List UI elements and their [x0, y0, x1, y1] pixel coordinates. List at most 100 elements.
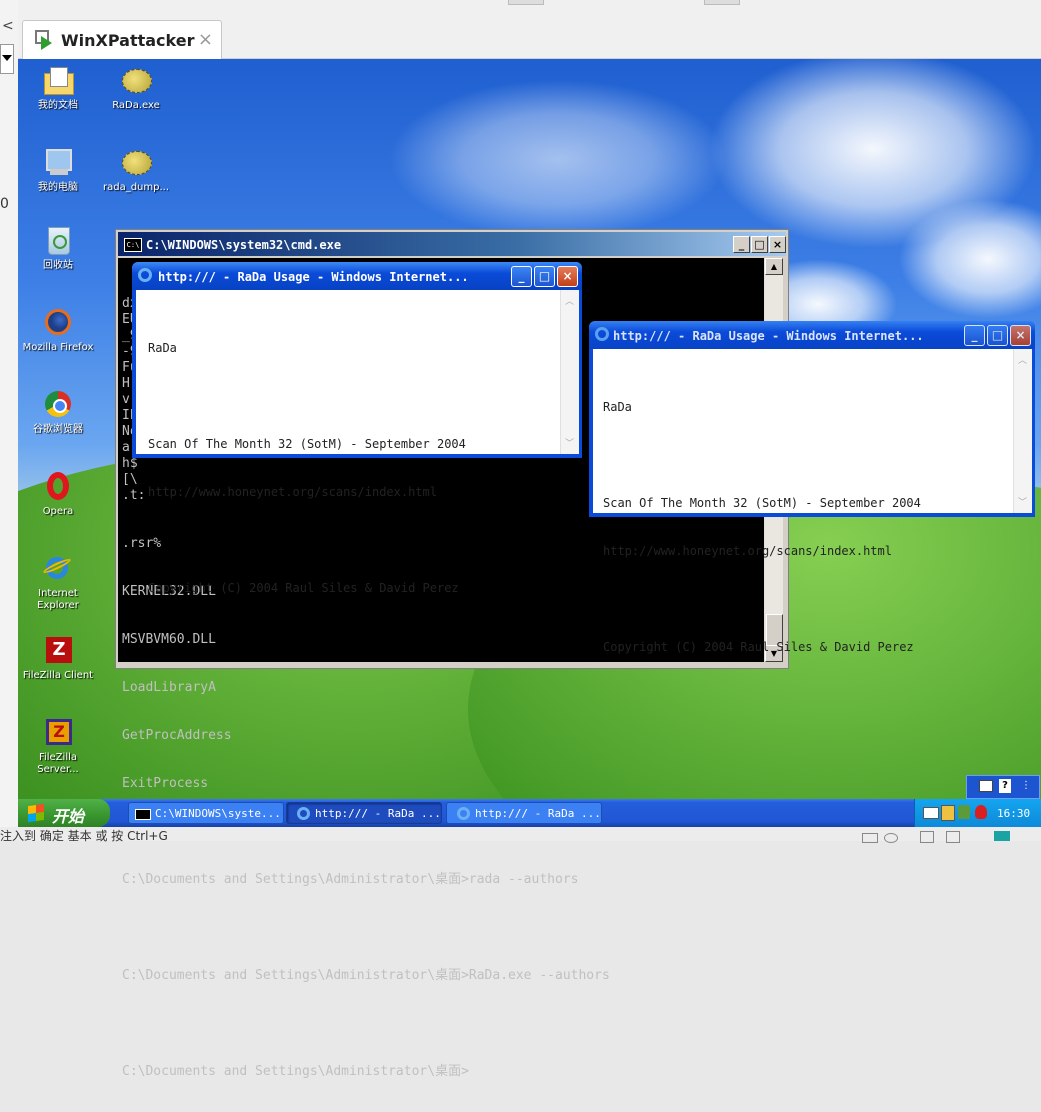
- desktop-icon-rada-dump[interactable]: rada_dump...: [96, 147, 176, 194]
- desktop-icon-my-computer[interactable]: 我的电脑: [18, 147, 98, 194]
- recycle-bin-icon: [42, 225, 74, 257]
- scroll-down-button[interactable]: ﹀: [565, 436, 574, 449]
- ie-scrollbar[interactable]: ︿ ﹀: [1013, 349, 1032, 513]
- scroll-up-button[interactable]: ︿: [1018, 353, 1027, 366]
- minimize-button[interactable]: _: [964, 325, 985, 346]
- desktop-icon-label: FileZilla Client: [22, 670, 94, 681]
- windows-logo-icon: [28, 803, 44, 823]
- security-icon[interactable]: [941, 805, 955, 821]
- cmd-line: ExitProcess: [122, 776, 209, 791]
- ie-icon: [138, 268, 152, 282]
- scroll-up-button[interactable]: ▲: [765, 258, 783, 275]
- close-button[interactable]: ×: [1010, 325, 1031, 346]
- desktop-icon-chrome[interactable]: 谷歌浏览器: [18, 389, 98, 436]
- start-button[interactable]: 开始: [18, 799, 110, 827]
- desktop-icon-my-documents[interactable]: 我的文档: [18, 65, 98, 112]
- scroll-down-button[interactable]: ﹀: [1018, 495, 1027, 508]
- help-icon[interactable]: ?: [999, 779, 1011, 793]
- ie-line: Scan Of The Month 32 (SotM) - September …: [148, 437, 466, 451]
- ie-line: RaDa: [603, 400, 632, 414]
- ie-window-1[interactable]: http:/// - RaDa Usage - Windows Internet…: [132, 262, 582, 595]
- desktop-icon-filezilla-server[interactable]: Z FileZilla Server...: [18, 717, 98, 776]
- minimize-button[interactable]: _: [511, 266, 532, 287]
- ie-icon: [595, 327, 609, 341]
- taskbar-button-ie-1[interactable]: http:/// - RaDa ...: [286, 802, 442, 824]
- chevron-down-icon[interactable]: ⋮: [1021, 780, 1031, 791]
- cloud: [388, 79, 728, 239]
- chevron-down-icon: [2, 55, 12, 61]
- maximize-button[interactable]: □: [987, 325, 1008, 346]
- network-icon[interactable]: [958, 805, 970, 819]
- minimize-button[interactable]: _: [733, 236, 750, 253]
- desktop-icon-label: 谷歌浏览器: [33, 424, 83, 435]
- ie-icon: [42, 553, 74, 585]
- cmd-icon: [135, 809, 151, 820]
- cmd-line: GetProcAddress: [122, 728, 232, 743]
- ie-titlebar[interactable]: http:/// - RaDa Usage - Windows Internet…: [589, 321, 1035, 349]
- desktop-icon-label: 回收站: [43, 260, 73, 271]
- vm-icon: [35, 30, 55, 50]
- desktop-icon-rada-exe[interactable]: RaDa.exe: [96, 65, 176, 112]
- my-computer-icon: [42, 147, 74, 179]
- host-status-icon[interactable]: [994, 831, 1010, 841]
- desktop-icon-recycle-bin[interactable]: 回收站: [18, 225, 98, 272]
- scroll-up-button[interactable]: ︿: [565, 294, 574, 307]
- vm-tab[interactable]: WinXPattacker ×: [22, 20, 222, 59]
- cloud: [898, 199, 1041, 319]
- host-status-icon[interactable]: [862, 833, 878, 843]
- ie-content: RaDa Scan Of The Month 32 (SotM) - Septe…: [593, 349, 1032, 654]
- cmd-icon: C:\: [124, 238, 142, 252]
- cmd-line: [122, 920, 610, 936]
- desktop-icon-label: RaDa.exe: [112, 100, 160, 111]
- maximize-button[interactable]: □: [534, 266, 555, 287]
- host-status-icon[interactable]: [920, 831, 934, 843]
- vmware-tools-icon[interactable]: [923, 807, 939, 819]
- language-bar[interactable]: ? ⋮: [966, 775, 1040, 799]
- ie-titlebar[interactable]: http:/// - RaDa Usage - Windows Internet…: [132, 262, 582, 290]
- ie-content: RaDa Scan Of The Month 32 (SotM) - Septe…: [136, 290, 579, 595]
- shield-icon[interactable]: [975, 805, 987, 819]
- maximize-button[interactable]: □: [751, 236, 768, 253]
- cmd-line: [122, 1016, 610, 1032]
- host-status-icon[interactable]: [946, 831, 960, 843]
- cmd-titlebar[interactable]: C:\ C:\WINDOWS\system32\cmd.exe _ □ ×: [118, 232, 786, 256]
- system-tray: 16:30: [914, 799, 1041, 827]
- cmd-line: MSVBVM60.DLL: [122, 632, 216, 647]
- close-button[interactable]: ×: [769, 236, 786, 253]
- taskbar-button-ie-2[interactable]: http:/// - RaDa ...: [446, 802, 602, 824]
- desktop-icon-label: Mozilla Firefox: [22, 342, 94, 353]
- opera-icon: [42, 471, 74, 503]
- host-toolbar-button[interactable]: [704, 0, 740, 5]
- blowfish-icon: [120, 147, 152, 179]
- desktop-icon-label: Opera: [42, 506, 74, 517]
- desktop-icon-firefox[interactable]: Mozilla Firefox: [18, 307, 98, 354]
- desktop-icon-internet-explorer[interactable]: Internet Explorer: [18, 553, 98, 612]
- close-icon[interactable]: ×: [198, 29, 213, 50]
- desktop-icon-filezilla-client[interactable]: Z FileZilla Client: [18, 635, 98, 682]
- ie-icon: [297, 807, 310, 820]
- blowfish-icon: [120, 65, 152, 97]
- cmd-line: C:\Documents and Settings\Administrator\…: [122, 1064, 469, 1079]
- ie-window-2[interactable]: http:/// - RaDa Usage - Windows Internet…: [589, 321, 1035, 654]
- host-status-icon[interactable]: [884, 833, 898, 843]
- desktop-icon-opera[interactable]: Opera: [18, 471, 98, 518]
- cmd-title: C:\WINDOWS\system32\cmd.exe: [146, 238, 342, 252]
- taskbar-button-cmd[interactable]: C:\WINDOWS\syste...: [128, 802, 284, 824]
- ie-page-text: RaDa Scan Of The Month 32 (SotM) - Septe…: [148, 308, 466, 628]
- host-left-glyph: <: [2, 18, 14, 34]
- taskbar-button-label: C:\WINDOWS\syste...: [155, 807, 281, 820]
- close-button[interactable]: ×: [557, 266, 578, 287]
- host-left-dropdown[interactable]: [0, 44, 14, 74]
- host-toolbar-button[interactable]: [508, 0, 544, 5]
- start-label: 开始: [52, 807, 85, 826]
- ie-page-text: RaDa Scan Of The Month 32 (SotM) - Septe…: [603, 367, 921, 687]
- firefox-icon: [42, 307, 74, 339]
- cmd-line: C:\Documents and Settings\Administrator\…: [122, 968, 610, 983]
- ie-line: http://www.honeynet.org/scans/index.html: [148, 485, 437, 499]
- ie-line: Scan Of The Month 32 (SotM) - September …: [603, 496, 921, 510]
- desktop-icon-label: 我的电脑: [38, 182, 78, 193]
- ie-scrollbar[interactable]: ︿ ﹀: [560, 290, 579, 454]
- clock[interactable]: 16:30: [997, 807, 1030, 820]
- ie-title: http:/// - RaDa Usage - Windows Internet…: [613, 329, 924, 343]
- ie-icon: [457, 807, 470, 820]
